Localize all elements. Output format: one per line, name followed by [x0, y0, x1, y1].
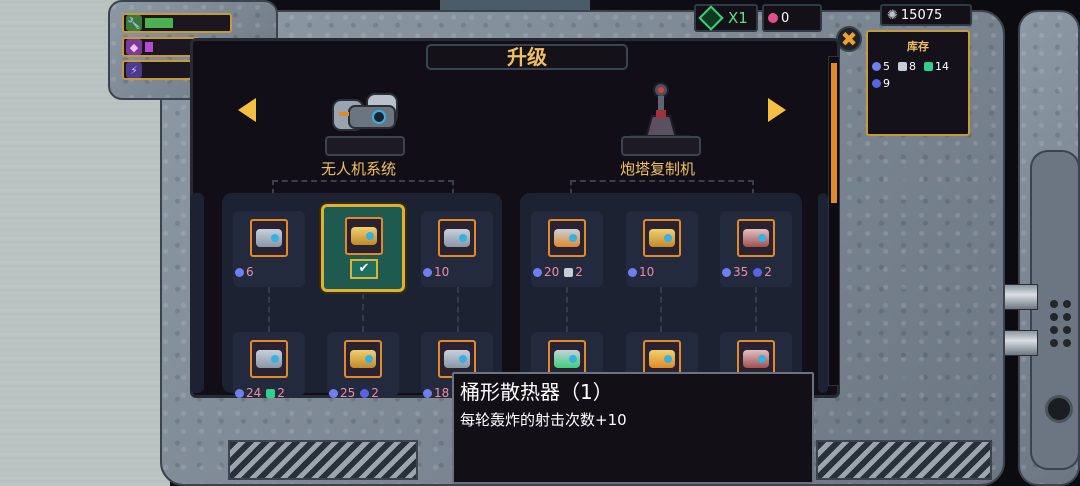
tooltip-title: 桶形散热器（1） — [460, 380, 613, 404]
blue-gem-icon — [329, 388, 338, 398]
inventory-count: 9 — [883, 77, 890, 90]
shield-bar: ◆ — [122, 37, 200, 57]
upgrade-cost: 25 2 — [329, 386, 379, 400]
upgrade-part-icon — [250, 219, 288, 257]
upgrade-part-icon — [737, 219, 775, 257]
node-connector — [457, 287, 459, 332]
pink-resource-counter: 0 — [762, 4, 822, 32]
node-connector — [362, 293, 364, 332]
tree-connector — [272, 180, 454, 194]
blue-gem-icon — [628, 267, 637, 277]
vent-grill — [228, 440, 418, 480]
upgrade-node[interactable]: 24 2 — [233, 332, 305, 400]
vent-grill — [816, 440, 992, 480]
upgrade-node[interactable]: 25 2 — [327, 332, 399, 400]
node-connector — [755, 287, 757, 332]
wrench-icon: 🔧 — [126, 15, 142, 31]
upgrade-tooltip: 桶形散热器（1） 每轮轰炸的射击次数+10 — [452, 372, 814, 484]
chip-multiplier: X1 — [728, 9, 748, 27]
inventory-count: 5 — [883, 60, 890, 73]
purple-core-icon — [753, 267, 763, 277]
upgrade-node[interactable]: 35 2 — [720, 211, 792, 287]
upgrade-cost: 10 — [423, 265, 449, 279]
bolt-icon — [564, 267, 574, 277]
previous-category-arrow-icon[interactable] — [238, 98, 256, 122]
tree-connector — [570, 180, 754, 194]
gear-icon: ✺ — [887, 7, 898, 23]
upgrade-part-icon — [250, 340, 288, 378]
inventory-item: 14 — [924, 60, 949, 73]
credits-counter: ✺ 15075 — [880, 4, 972, 26]
page-title: 升级 — [426, 44, 628, 70]
purple-core-icon — [872, 79, 881, 88]
blue-gem-icon — [722, 267, 731, 277]
inventory-title: 库存 — [907, 40, 929, 53]
inventory-item: 9 — [872, 77, 890, 90]
blue-gem-icon — [235, 267, 244, 277]
upgrade-part-icon — [548, 219, 586, 257]
category-pedestal — [325, 136, 405, 156]
shield-icon: ◆ — [126, 39, 142, 55]
category-label-turret[interactable]: 炮塔复制机 — [620, 158, 695, 179]
blue-gem-icon — [423, 267, 432, 277]
repair-bar-fill — [145, 18, 173, 28]
upgrade-node[interactable]: 6 — [233, 211, 305, 287]
inventory-count: 14 — [935, 60, 949, 73]
upgrade-node[interactable]: 10 — [421, 211, 493, 287]
category-label-drone[interactable]: 无人机系统 — [321, 158, 396, 179]
inventory-item: 5 — [872, 60, 890, 73]
upgrade-node[interactable]: 20 2 — [531, 211, 603, 287]
next-panel-edge — [818, 193, 828, 393]
credits-value: 15075 — [900, 7, 943, 23]
upgrade-node-selected[interactable]: ✔ — [321, 204, 405, 292]
inventory-count: 8 — [909, 60, 916, 73]
inventory-panel: 库存 5 8 14 9 — [866, 30, 970, 136]
prev-panel-edge — [190, 193, 204, 393]
scrollbar-thumb[interactable] — [831, 63, 837, 203]
repair-bar: 🔧 — [122, 13, 232, 33]
green-crystal-icon — [924, 62, 933, 71]
upgrade-cost: 10 — [628, 265, 654, 279]
upgrade-cost: 35 2 — [722, 265, 772, 279]
node-connector — [566, 287, 568, 332]
shield-bar-fill — [145, 42, 153, 52]
blue-gem-icon — [235, 388, 244, 398]
drone-icon — [327, 86, 417, 138]
blue-gem-icon — [533, 267, 542, 277]
blue-gem-icon — [872, 62, 881, 71]
node-connector — [268, 287, 270, 332]
upgrade-part-icon — [438, 219, 476, 257]
next-category-arrow-icon[interactable] — [768, 98, 786, 122]
chip-icon — [698, 5, 724, 31]
lightning-icon: ⚡ — [126, 62, 142, 78]
green-crystal-icon — [266, 388, 276, 398]
bolt-icon — [898, 62, 907, 71]
purple-core-icon — [360, 388, 370, 398]
upgrade-part-icon — [643, 219, 681, 257]
chip-counter: X1 — [694, 4, 758, 32]
upgrade-cost: 18 — [423, 386, 449, 400]
category-pedestal — [621, 136, 701, 156]
upgrade-part-icon — [345, 217, 383, 255]
pink-core-icon — [768, 13, 778, 23]
tooltip-description: 每轮轰炸的射击次数+10 — [460, 411, 627, 429]
machine-knob — [1045, 395, 1073, 423]
upgrade-node[interactable]: 10 — [626, 211, 698, 287]
checkmark-icon: ✔ — [350, 259, 378, 279]
inventory-item: 8 — [898, 60, 916, 73]
energy-bar: ⚡ — [122, 60, 192, 80]
vent-holes — [1050, 300, 1076, 347]
scrollbar[interactable] — [828, 56, 840, 386]
upgrade-part-icon — [344, 340, 382, 378]
node-connector — [660, 287, 662, 332]
pink-resource-value: 0 — [781, 10, 790, 26]
upgrade-cost: 24 2 — [235, 386, 285, 400]
upgrade-cost: 20 2 — [533, 265, 583, 279]
upgrade-cost: 6 — [235, 265, 254, 279]
blue-gem-icon — [423, 388, 432, 398]
